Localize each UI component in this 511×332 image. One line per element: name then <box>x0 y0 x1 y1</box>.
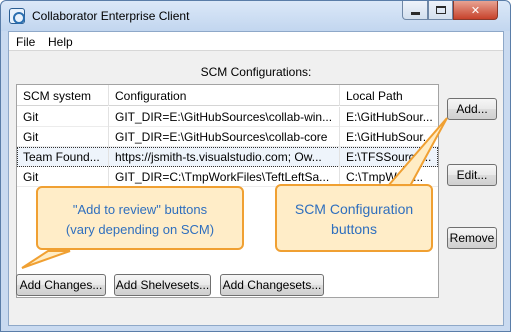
close-icon: ✕ <box>470 4 481 17</box>
cell-scm-system: Team Found... <box>23 150 100 164</box>
remove-button[interactable]: Remove <box>447 227 497 249</box>
add-changesets-button[interactable]: Add Changesets... <box>220 274 324 296</box>
table-row-selected[interactable]: Team Found... https://jsmith-ts.visualst… <box>17 147 438 167</box>
table-row[interactable]: Git GIT_DIR=E:\GitHubSources\collab-win.… <box>17 107 438 127</box>
maximize-button[interactable] <box>428 1 453 20</box>
section-title: SCM Configurations: <box>200 65 312 79</box>
scm-configuration-callout: SCM Configuration buttons <box>275 184 433 252</box>
cell-local-path: E:\TFSSource... <box>339 147 438 167</box>
scm-callout-line1: SCM Configuration <box>294 201 414 217</box>
maximize-icon <box>435 6 446 14</box>
review-callout-line1: "Add to review" buttons <box>72 202 208 217</box>
minimize-button[interactable] <box>402 1 428 20</box>
column-header-scm-system[interactable]: SCM system <box>17 85 108 106</box>
cell-local-path: E:\GitHubSour... <box>339 127 438 147</box>
cell-configuration: https://jsmith-ts.visualstudio.com; Ow..… <box>108 147 339 167</box>
add-button[interactable]: Add... <box>447 98 497 120</box>
title-bar[interactable]: Collaborator Enterprise Client ✕ <box>1 1 510 31</box>
menu-file[interactable]: File <box>16 35 35 49</box>
column-header-configuration[interactable]: Configuration <box>108 85 339 106</box>
add-shelvesets-button[interactable]: Add Shelvesets... <box>114 274 211 296</box>
close-button[interactable]: ✕ <box>453 1 498 20</box>
minimize-icon <box>410 11 420 15</box>
table-row[interactable]: Git GIT_DIR=E:\GitHubSources\collab-core… <box>17 127 438 147</box>
cell-scm-system: Git <box>23 130 39 144</box>
table-header: SCM system Configuration Local Path <box>17 85 438 106</box>
app-icon <box>9 8 25 24</box>
cell-configuration: GIT_DIR=E:\GitHubSources\collab-win... <box>108 107 339 127</box>
edit-button[interactable]: Edit... <box>447 164 497 186</box>
add-changes-button[interactable]: Add Changes... <box>16 274 106 296</box>
cell-local-path: E:\GitHubSour... <box>339 107 438 127</box>
scm-callout-line2: buttons <box>331 221 377 237</box>
app-window: Collaborator Enterprise Client ✕ File He… <box>0 0 511 332</box>
client-area: File Help SCM Configurations: SCM system… <box>8 31 504 326</box>
menu-bar: File Help <box>9 32 503 51</box>
review-callout-line2: (vary depending on SCM) <box>65 222 215 237</box>
cell-scm-system: Git <box>23 170 39 184</box>
add-to-review-callout: "Add to review" buttons (vary depending … <box>36 186 244 250</box>
window-title: Collaborator Enterprise Client <box>32 9 190 23</box>
column-header-local-path[interactable]: Local Path <box>339 85 438 106</box>
cell-scm-system: Git <box>23 110 39 124</box>
menu-help[interactable]: Help <box>48 35 73 49</box>
cell-configuration: GIT_DIR=E:\GitHubSources\collab-core <box>108 127 339 147</box>
